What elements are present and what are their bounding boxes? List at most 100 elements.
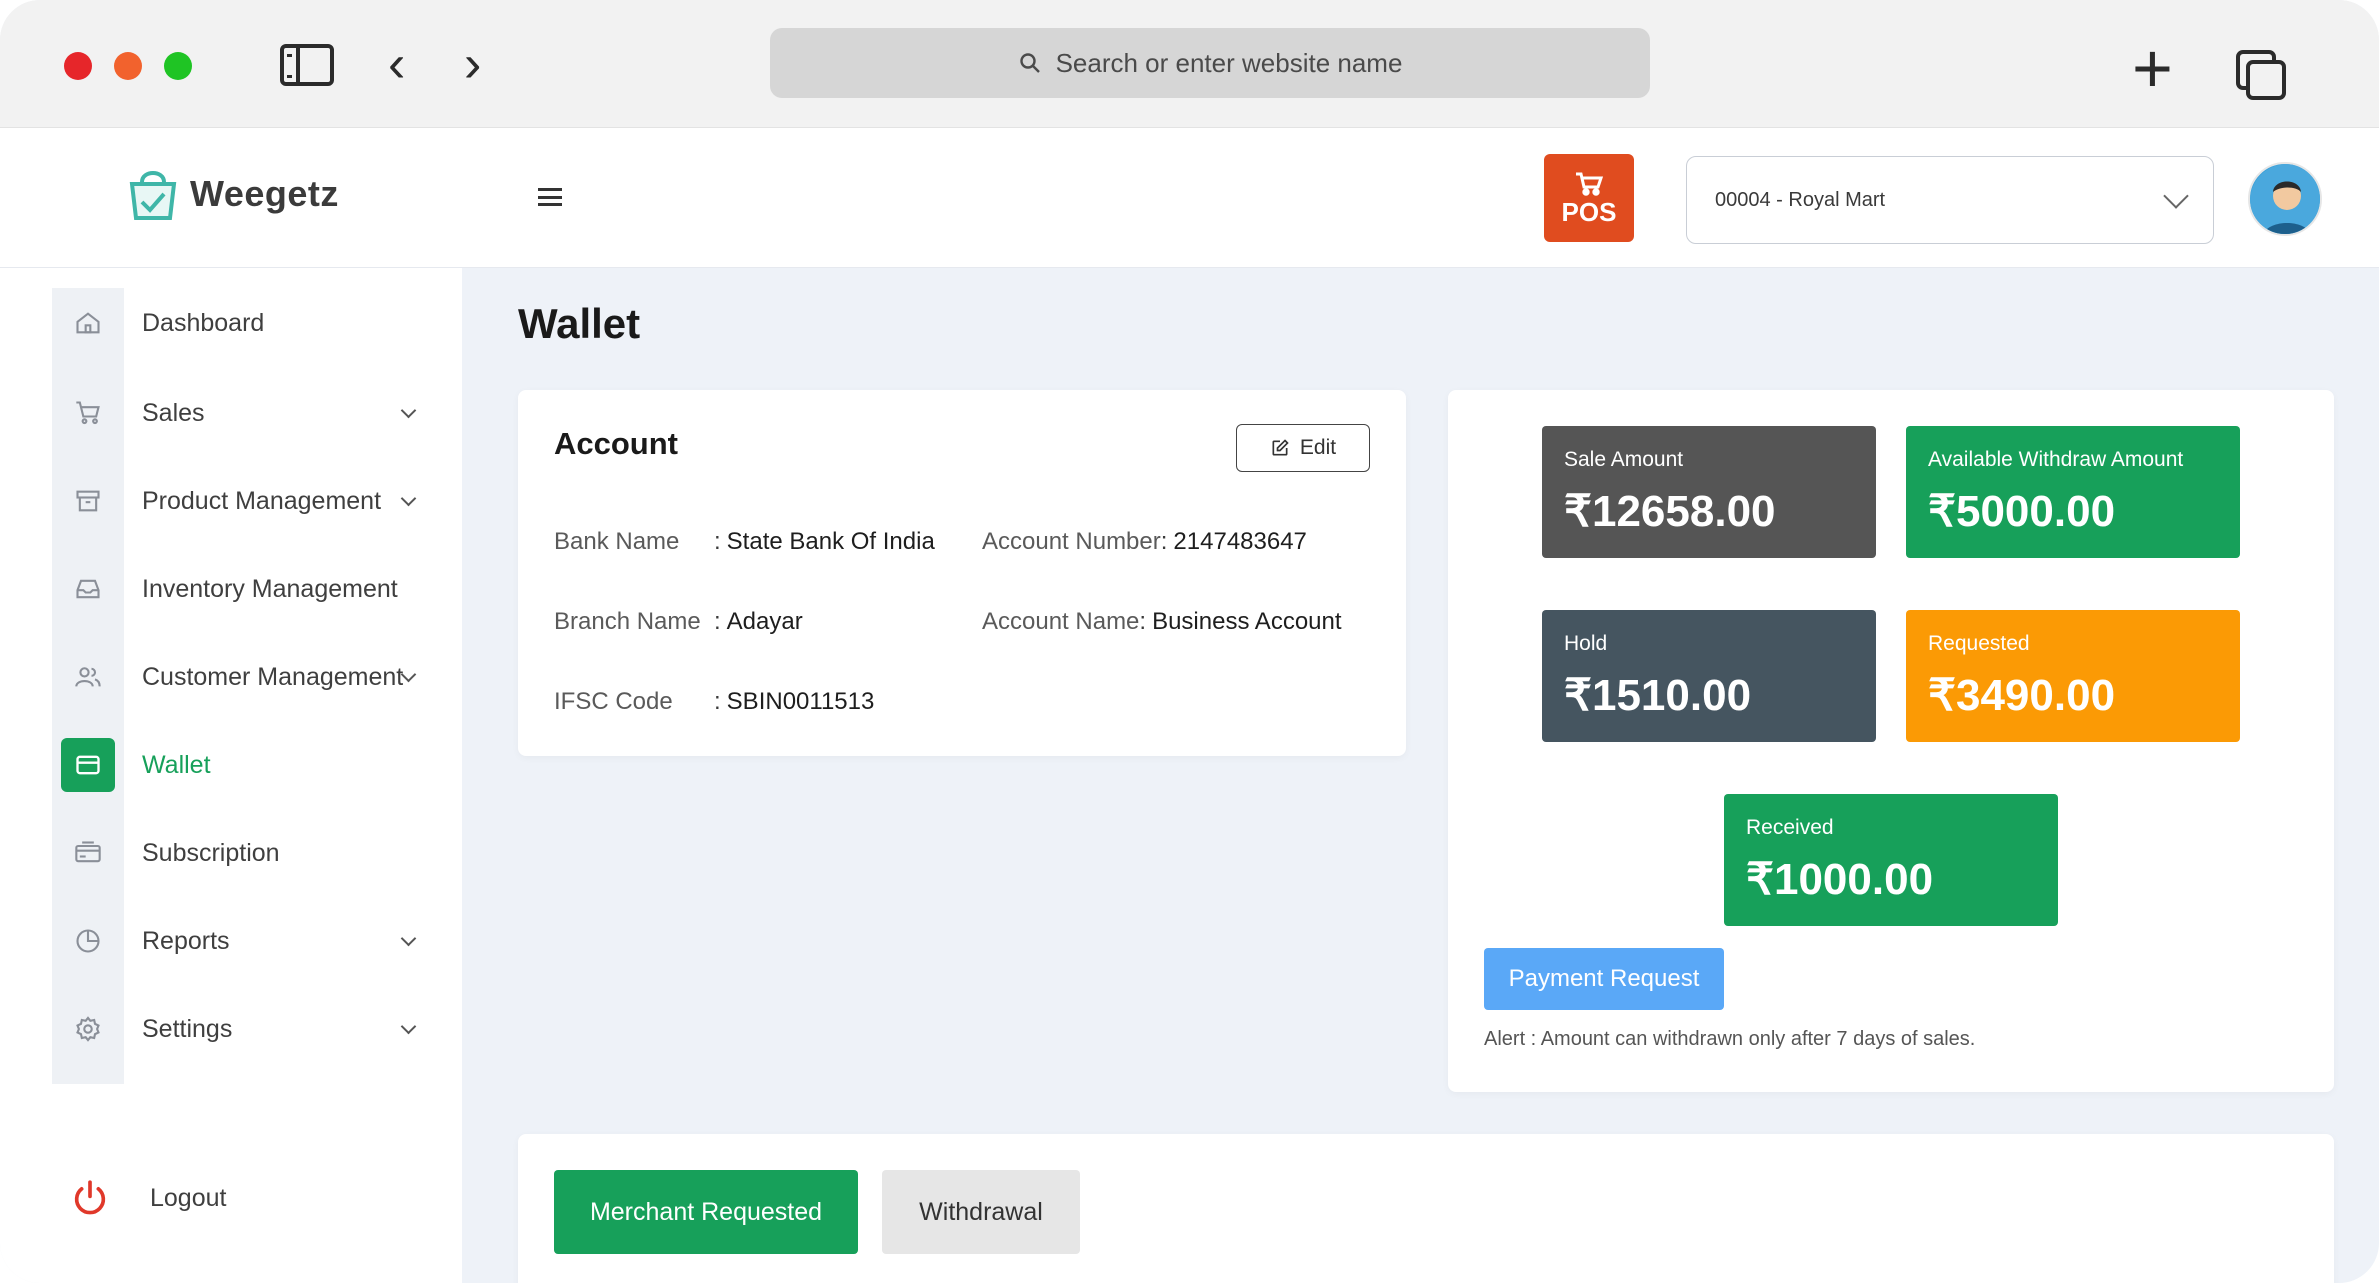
forward-arrow-icon[interactable]: › (464, 38, 481, 90)
sidebar-item-wallet[interactable]: Wallet (52, 730, 442, 800)
sidebar-item-label: Reports (142, 926, 230, 955)
edit-label: Edit (1299, 436, 1337, 459)
logo[interactable]: Weegetz (124, 164, 339, 224)
received-stat: Received ₹1000.00 (1724, 794, 2058, 926)
tabs-overview-icon[interactable] (2236, 50, 2286, 100)
pos-button[interactable]: POS (1544, 154, 1634, 242)
stat-value: ₹1000.00 (1746, 855, 1934, 904)
edit-icon (1272, 439, 1289, 456)
account-number-field: Account Number : 2147483647 (982, 528, 1307, 556)
archive-icon (52, 471, 124, 531)
sidebar-item-label: Product Management (142, 486, 382, 515)
power-icon (74, 1180, 106, 1215)
field-separator: : (1160, 528, 1168, 555)
subscription-icon (52, 823, 124, 883)
sidebar: Dashboard Sales Product Management Inven… (0, 268, 462, 1283)
ifsc-code-value: SBIN0011513 (726, 688, 875, 715)
browser-toolbar: ‹ › Search or enter website name + (0, 0, 2379, 128)
requested-stat: Requested ₹3490.00 (1906, 610, 2240, 742)
hold-stat: Hold ₹1510.00 (1542, 610, 1876, 742)
stat-value: ₹1510.00 (1564, 671, 1752, 720)
wallet-stats-card: Sale Amount ₹12658.00 Available Withdraw… (1448, 390, 2334, 1092)
requests-tabs-card: Merchant Requested Withdrawal (518, 1134, 2334, 1283)
sidebar-item-label: Wallet (142, 750, 211, 779)
users-icon (52, 647, 124, 707)
cart-icon (1576, 172, 1604, 196)
sidebar-toggle-icon[interactable] (280, 44, 334, 86)
ifsc-code-field: IFSC Code : SBIN0011513 (554, 688, 874, 716)
avatar[interactable] (2248, 162, 2322, 236)
sale-amount-stat: Sale Amount ₹12658.00 (1542, 426, 1876, 558)
store-select-value: 00004 - Royal Mart (1715, 188, 1886, 211)
hamburger-menu-icon[interactable] (538, 188, 562, 206)
search-icon (1019, 53, 1040, 73)
address-bar[interactable]: Search or enter website name (770, 28, 1650, 98)
back-arrow-icon[interactable]: ‹ (388, 38, 405, 90)
sidebar-item-label: Sales (142, 398, 205, 427)
sidebar-item-customer-management[interactable]: Customer Management (52, 642, 442, 712)
sidebar-item-settings[interactable]: Settings (52, 994, 442, 1064)
cart-icon (52, 383, 124, 443)
branch-name-value: Adayar (726, 608, 803, 635)
tab-withdrawal[interactable]: Withdrawal (882, 1170, 1080, 1254)
logout-label: Logout (150, 1183, 227, 1212)
sidebar-item-label: Inventory Management (142, 574, 398, 603)
account-number-label: Account Number (982, 528, 1161, 555)
payment-request-button[interactable]: Payment Request (1484, 948, 1724, 1010)
chevron-down-icon (400, 490, 417, 507)
sidebar-item-reports[interactable]: Reports (52, 906, 442, 976)
field-separator: : (714, 528, 721, 555)
sidebar-item-subscription[interactable]: Subscription (52, 818, 442, 888)
account-name-value: Business Account (1152, 608, 1342, 635)
sidebar-item-label: Subscription (142, 838, 280, 867)
bank-name-field: Bank Name : State Bank Of India (554, 528, 935, 556)
chevron-down-icon (400, 402, 417, 419)
sidebar-item-dashboard[interactable]: Dashboard (52, 288, 442, 358)
account-number-value: 2147483647 (1173, 528, 1307, 555)
ifsc-code-label: IFSC Code (554, 688, 673, 715)
chevron-down-icon (400, 930, 417, 947)
shopping-bag-logo-icon (129, 171, 177, 220)
account-name-label: Account Name (982, 608, 1140, 635)
page-title: Wallet (518, 300, 641, 347)
sidebar-item-product-management[interactable]: Product Management (52, 466, 442, 536)
inbox-icon (52, 559, 124, 619)
bank-name-value: State Bank Of India (726, 528, 935, 555)
field-separator: : (714, 608, 721, 635)
tab-merchant-requested[interactable]: Merchant Requested (554, 1170, 858, 1254)
logout-button[interactable]: Logout (70, 1178, 226, 1218)
stat-label: Hold (1564, 632, 1608, 655)
field-separator: : (1139, 608, 1147, 635)
bank-name-label: Bank Name (554, 528, 680, 555)
stat-value: ₹3490.00 (1928, 671, 2116, 720)
sidebar-item-label: Customer Management (142, 662, 404, 691)
new-tab-icon[interactable]: + (2132, 33, 2173, 103)
browser-window: ‹ › Search or enter website name + Weege… (0, 0, 2379, 1283)
logo-text: Weegetz (190, 173, 339, 214)
home-icon (52, 293, 124, 353)
branch-name-field: Branch Name : Adayar (554, 608, 803, 636)
minimize-window-button[interactable] (114, 52, 142, 80)
available-withdraw-stat: Available Withdraw Amount ₹5000.00 (1906, 426, 2240, 558)
stat-value: ₹12658.00 (1564, 487, 1776, 536)
account-name-field: Account Name : Business Account (982, 608, 1342, 636)
stat-label: Available Withdraw Amount (1928, 448, 2184, 471)
pie-chart-icon (52, 911, 124, 971)
stat-value: ₹5000.00 (1928, 487, 2116, 536)
chevron-down-icon (2163, 183, 2189, 209)
gear-icon (52, 999, 124, 1059)
address-placeholder: Search or enter website name (1055, 47, 1403, 78)
edit-button[interactable]: Edit (1236, 424, 1370, 472)
wallet-icon (61, 738, 115, 792)
withdraw-alert-text: Alert : Amount can withdrawn only after … (1484, 1028, 1976, 1050)
close-window-button[interactable] (64, 52, 92, 80)
stat-label: Received (1746, 816, 1834, 839)
account-card: Account Edit Bank Name : State Bank Of I… (518, 390, 1406, 756)
account-title: Account (554, 426, 678, 461)
maximize-window-button[interactable] (164, 52, 192, 80)
pos-label: POS (1561, 197, 1617, 227)
sidebar-item-inventory-management[interactable]: Inventory Management (52, 554, 442, 624)
sidebar-item-sales[interactable]: Sales (52, 378, 442, 448)
store-select[interactable]: 00004 - Royal Mart (1686, 156, 2214, 244)
app-header: Weegetz POS 00004 - Royal Mart (0, 128, 2379, 268)
